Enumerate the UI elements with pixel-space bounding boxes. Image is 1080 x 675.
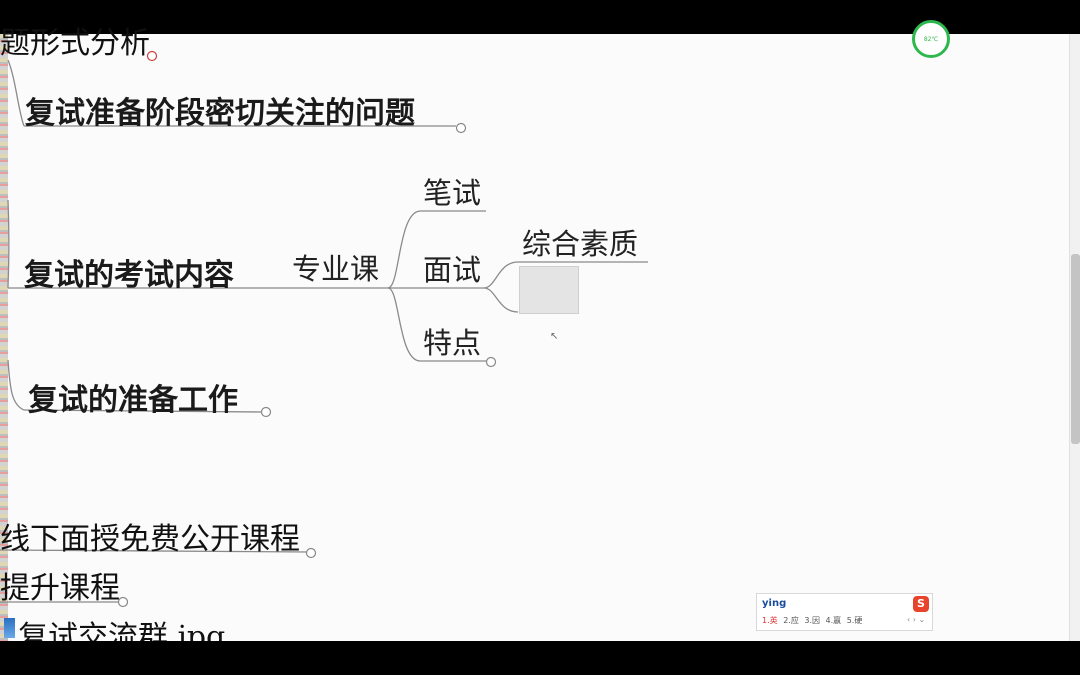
partial-node-top[interactable]: 题形式分析 [0, 18, 150, 62]
node-major-course[interactable]: 专业课 [292, 246, 379, 288]
partial-node-advanced-course[interactable]: 提升课程 [0, 563, 120, 607]
collapse-toggle-n3[interactable] [260, 406, 272, 418]
node-written-exam[interactable]: 笔试 [423, 170, 481, 212]
vertical-scrollbar[interactable] [1069, 34, 1080, 641]
ime-candidate-first[interactable]: 1.英 [762, 616, 778, 625]
video-letterbox-bottom [0, 641, 1080, 675]
node-review-concerns[interactable]: 复试准备阶段密切关注的问题 [25, 88, 415, 132]
ime-input-text: ying [762, 598, 787, 609]
node-features[interactable]: 特点 [423, 320, 481, 362]
node-preparation[interactable]: 复试的准备工作 [28, 375, 238, 419]
temperature-ring-icon[interactable]: 82℃ [912, 20, 950, 58]
collapse-toggle-partial-1[interactable] [305, 547, 317, 559]
collapse-toggle-n1[interactable] [455, 122, 467, 134]
node-exam-content[interactable]: 复试的考试内容 [24, 250, 234, 294]
ime-candidate-rest[interactable]: 2.应 3.因 4.嬴 5.硬 [783, 616, 862, 625]
node-interview[interactable]: 面试 [423, 247, 481, 289]
empty-node-editing[interactable] [519, 266, 579, 314]
partial-node-free-course[interactable]: 线下面授免费公开课程 [0, 514, 300, 558]
ime-candidate-list[interactable]: 1.英 2.应 3.因 4.嬴 5.硬 [762, 615, 862, 626]
ime-page-arrows-icon[interactable]: ‹ › ⌄ [907, 615, 925, 624]
collapse-toggle-feature[interactable] [485, 356, 497, 368]
image-file-icon [4, 618, 15, 638]
sogou-logo-icon[interactable]: S [913, 596, 929, 612]
temperature-text: 82℃ [923, 36, 939, 43]
scrollbar-thumb[interactable] [1071, 254, 1080, 444]
ime-candidate-window[interactable]: ying 1.英 2.应 3.因 4.嬴 5.硬 S ‹ › ⌄ [756, 593, 933, 631]
mouse-cursor-icon: ↖ [550, 331, 559, 342]
node-overall-quality[interactable]: 综合素质 [522, 221, 638, 263]
